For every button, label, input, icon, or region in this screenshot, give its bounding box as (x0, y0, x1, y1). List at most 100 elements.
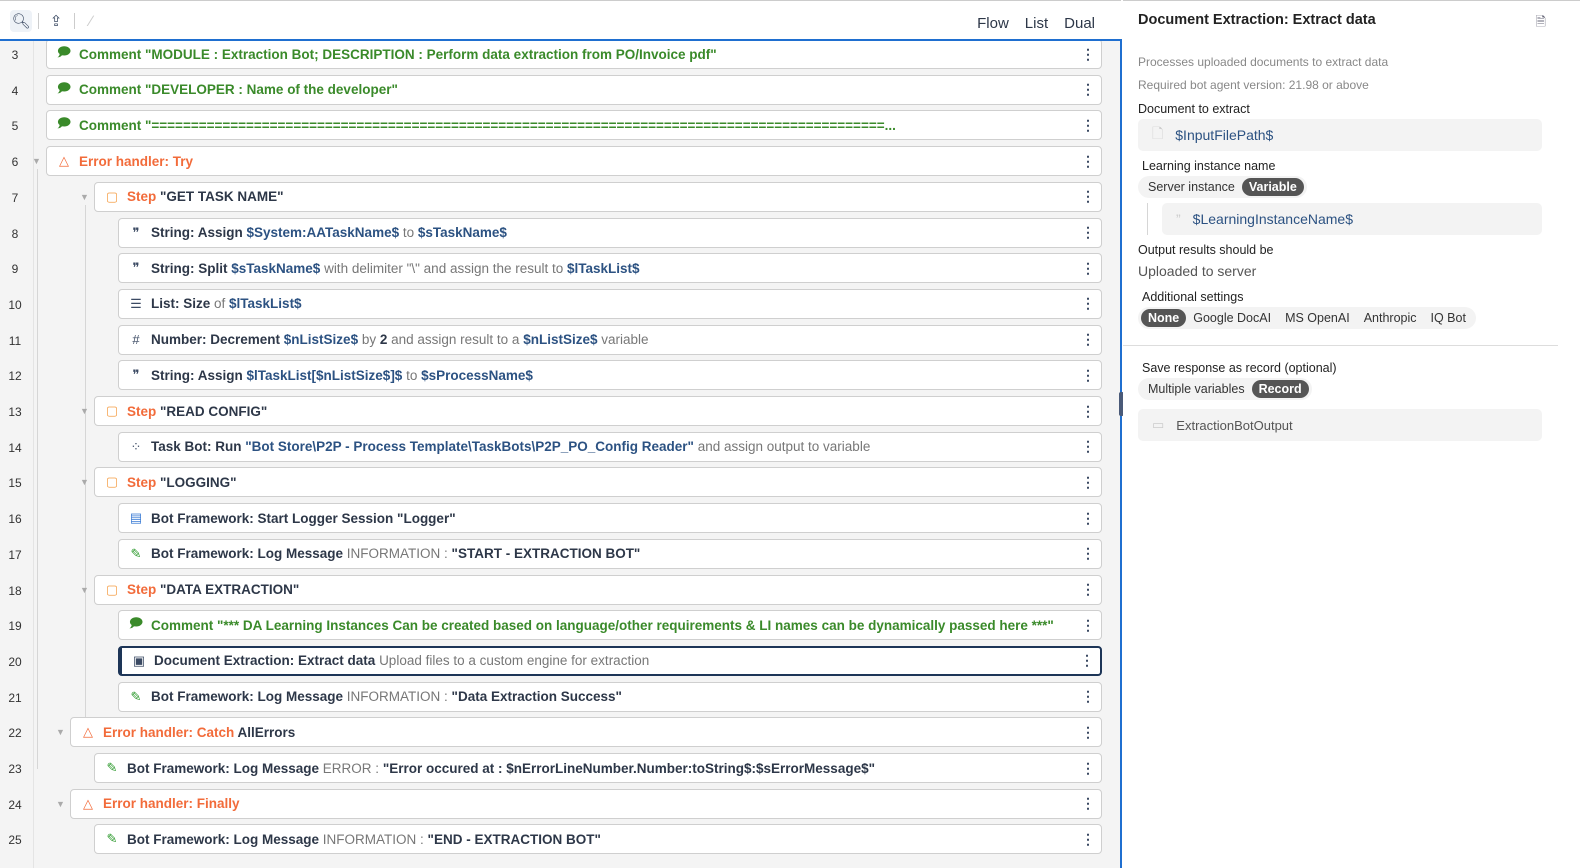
more-options-icon[interactable]: ⋮ (1075, 438, 1101, 455)
comment-icon: 🗩︎ (128, 615, 144, 631)
more-options-icon[interactable]: ⋮ (1075, 153, 1101, 170)
action-row[interactable]: 🗩︎ Comment "=============================… (46, 110, 1102, 141)
help-doc-icon[interactable]: 🗎︎ (1536, 13, 1546, 35)
option-iq-bot[interactable]: IQ Bot (1424, 309, 1473, 327)
action-text-segment: $System:AATaskName$ (246, 225, 400, 240)
more-options-icon[interactable]: ⋮ (1075, 46, 1101, 63)
action-row[interactable]: ▢ Step "GET TASK NAME" ⋮ (94, 181, 1102, 212)
collapse-caret-icon[interactable]: ▼ (56, 727, 65, 737)
export-icon[interactable]: ⇪ (45, 10, 67, 32)
action-text: String: Split $sTaskName$ with delimiter… (151, 261, 1075, 276)
more-options-icon[interactable]: ⋮ (1075, 81, 1101, 98)
line-number: 6 (11, 155, 19, 170)
option-none[interactable]: None (1141, 309, 1187, 327)
action-text-segment: $nListSize$ (283, 332, 359, 348)
more-options-icon[interactable]: ⋮ (1075, 724, 1101, 741)
action-row[interactable]: ✎ Bot Framework: Log Message INFORMATION … (118, 538, 1102, 569)
line-number: 15 (8, 476, 22, 491)
additional-settings-label: Additional settings (1142, 290, 1244, 304)
collapse-caret-icon[interactable]: ▼ (80, 585, 89, 595)
action-text-segment: "LOGGING" (160, 474, 237, 490)
collapse-caret-icon[interactable]: ▼ (80, 477, 89, 487)
action-text: Document Extraction: Extract data Upload… (154, 653, 1074, 668)
action-row[interactable]: ✎ Bot Framework: Log Message ERROR : "Err… (94, 753, 1102, 783)
more-options-icon[interactable]: ⋮ (1075, 474, 1101, 491)
action-row[interactable]: ⁘ Task Bot: Run "Bot Store\P2P - Process … (118, 431, 1102, 462)
more-options-icon[interactable]: ⋮ (1075, 545, 1101, 562)
more-options-icon[interactable]: ⋮ (1074, 652, 1100, 669)
collapse-caret-icon[interactable]: ▼ (80, 406, 89, 416)
option-google-docai[interactable]: Google DocAI (1186, 309, 1278, 327)
action-row[interactable]: # Number: Decrement $nListSize$ by 2 and … (118, 324, 1102, 355)
action-text-segment: "Bot Store\P2P - Process Template\TaskBo… (245, 439, 694, 455)
search-icon[interactable]: 🔍︎ (10, 10, 32, 32)
collapse-caret-icon[interactable]: ▼ (32, 156, 41, 166)
comment-icon: 🗩︎ (56, 115, 72, 131)
collapse-caret-icon[interactable]: ▼ (56, 799, 65, 809)
learning-instance-toggle: Server instance Variable (1138, 176, 1307, 198)
line-number: 21 (8, 690, 22, 705)
more-options-icon[interactable]: ⋮ (1075, 403, 1101, 420)
action-row[interactable]: ☰ List: Size of $lTaskList$ ⋮ (118, 288, 1102, 319)
option-anthropic[interactable]: Anthropic (1357, 309, 1424, 327)
action-row[interactable]: △ Error handler: Finally ⋮ (70, 788, 1102, 819)
more-options-icon[interactable]: ⋮ (1075, 295, 1101, 312)
action-row[interactable]: ❞ String: Assign $System:AATaskName$ to $… (118, 217, 1102, 248)
pen-icon: ✎ (130, 688, 142, 704)
action-row[interactable]: ▤ Bot Framework: Start Logger Session "Lo… (118, 503, 1102, 534)
line-number: 10 (8, 297, 22, 312)
more-options-icon[interactable]: ⋮ (1075, 831, 1101, 848)
action-row[interactable]: ❞ String: Assign $lTaskList[$nListSize$]$… (118, 360, 1102, 391)
action-row[interactable]: ▢ Step "READ CONFIG" ⋮ (94, 396, 1102, 426)
action-text: Bot Framework: Log Message INFORMATION :… (151, 689, 1075, 704)
action-text-segment: "START - EXTRACTION BOT" (451, 546, 641, 562)
action-text: Step "DATA EXTRACTION" (127, 582, 1075, 597)
action-row[interactable]: 🗩︎ Comment "DEVELOPER : Name of the devel… (46, 74, 1102, 105)
action-row[interactable]: 🗩︎ Comment "MODULE : Extraction Bot; DESC… (46, 41, 1102, 69)
action-row[interactable]: ✎ Bot Framework: Log Message INFORMATION … (94, 824, 1102, 855)
document-field[interactable]: 🗋︎ $InputFilePath$ (1138, 119, 1542, 151)
action-text: Bot Framework: Log Message ERROR : "Erro… (127, 761, 1075, 776)
action-row[interactable]: ▣ Document Extraction: Extract data Uploa… (118, 645, 1102, 676)
option-variable[interactable]: Variable (1241, 178, 1304, 196)
more-options-icon[interactable]: ⋮ (1075, 510, 1101, 527)
action-row[interactable]: ❞ String: Split $sTaskName$ with delimite… (118, 253, 1102, 284)
action-text-segment: Upload files to a custom engine for extr… (379, 653, 650, 669)
action-text: Comment "===============================… (79, 118, 1075, 133)
action-row[interactable]: △ Error handler: Catch AllErrors ⋮ (70, 717, 1102, 748)
action-row[interactable]: ✎ Bot Framework: Log Message INFORMATION … (118, 681, 1102, 712)
action-text-segment: Error handler: Catch (103, 724, 238, 740)
disable-icon[interactable]: ∕ (80, 10, 102, 32)
option-multiple-variables[interactable]: Multiple variables (1141, 380, 1252, 398)
action-text-segment: $lTaskList$ (229, 296, 302, 312)
learning-instance-field[interactable]: ” $LearningInstanceName$ (1162, 203, 1542, 235)
action-text-segment: "Logger" (397, 510, 456, 526)
more-options-icon[interactable]: ⋮ (1075, 795, 1101, 812)
action-row[interactable]: △ Error handler: Try ⋮ (46, 146, 1102, 177)
document-extraction-icon: ▣ (132, 652, 146, 668)
more-options-icon[interactable]: ⋮ (1075, 260, 1101, 277)
option-server-instance[interactable]: Server instance (1141, 178, 1242, 196)
option-ms-openai[interactable]: MS OpenAI (1278, 309, 1357, 327)
action-text-segment: Comment "DEVELOPER : Name of the develop… (79, 82, 398, 98)
more-options-icon[interactable]: ⋮ (1075, 688, 1101, 705)
more-options-icon[interactable]: ⋮ (1075, 188, 1101, 205)
more-options-icon[interactable]: ⋮ (1075, 331, 1101, 348)
action-row[interactable]: ▢ Step "LOGGING" ⋮ (94, 467, 1102, 498)
action-text-segment: to (399, 225, 418, 240)
more-options-icon[interactable]: ⋮ (1075, 367, 1101, 384)
action-row[interactable]: ▢ Step "DATA EXTRACTION" ⋮ (94, 574, 1102, 605)
action-text: Comment "DEVELOPER : Name of the develop… (79, 82, 1075, 97)
record-variable-field[interactable]: ▭ ExtractionBotOutput (1138, 409, 1542, 441)
action-text-segment: $nListSize$ (523, 332, 598, 348)
more-options-icon[interactable]: ⋮ (1075, 760, 1101, 777)
pen-icon: ✎ (106, 831, 118, 847)
more-options-icon[interactable]: ⋮ (1075, 117, 1101, 134)
more-options-icon[interactable]: ⋮ (1075, 224, 1101, 241)
divider (38, 13, 39, 29)
option-record[interactable]: Record (1251, 380, 1309, 398)
collapse-caret-icon[interactable]: ▼ (80, 192, 89, 202)
more-options-icon[interactable]: ⋮ (1075, 581, 1101, 598)
action-row[interactable]: 🗩︎ Comment "*** DA Learning Instances Can… (118, 610, 1102, 641)
more-options-icon[interactable]: ⋮ (1075, 617, 1101, 634)
